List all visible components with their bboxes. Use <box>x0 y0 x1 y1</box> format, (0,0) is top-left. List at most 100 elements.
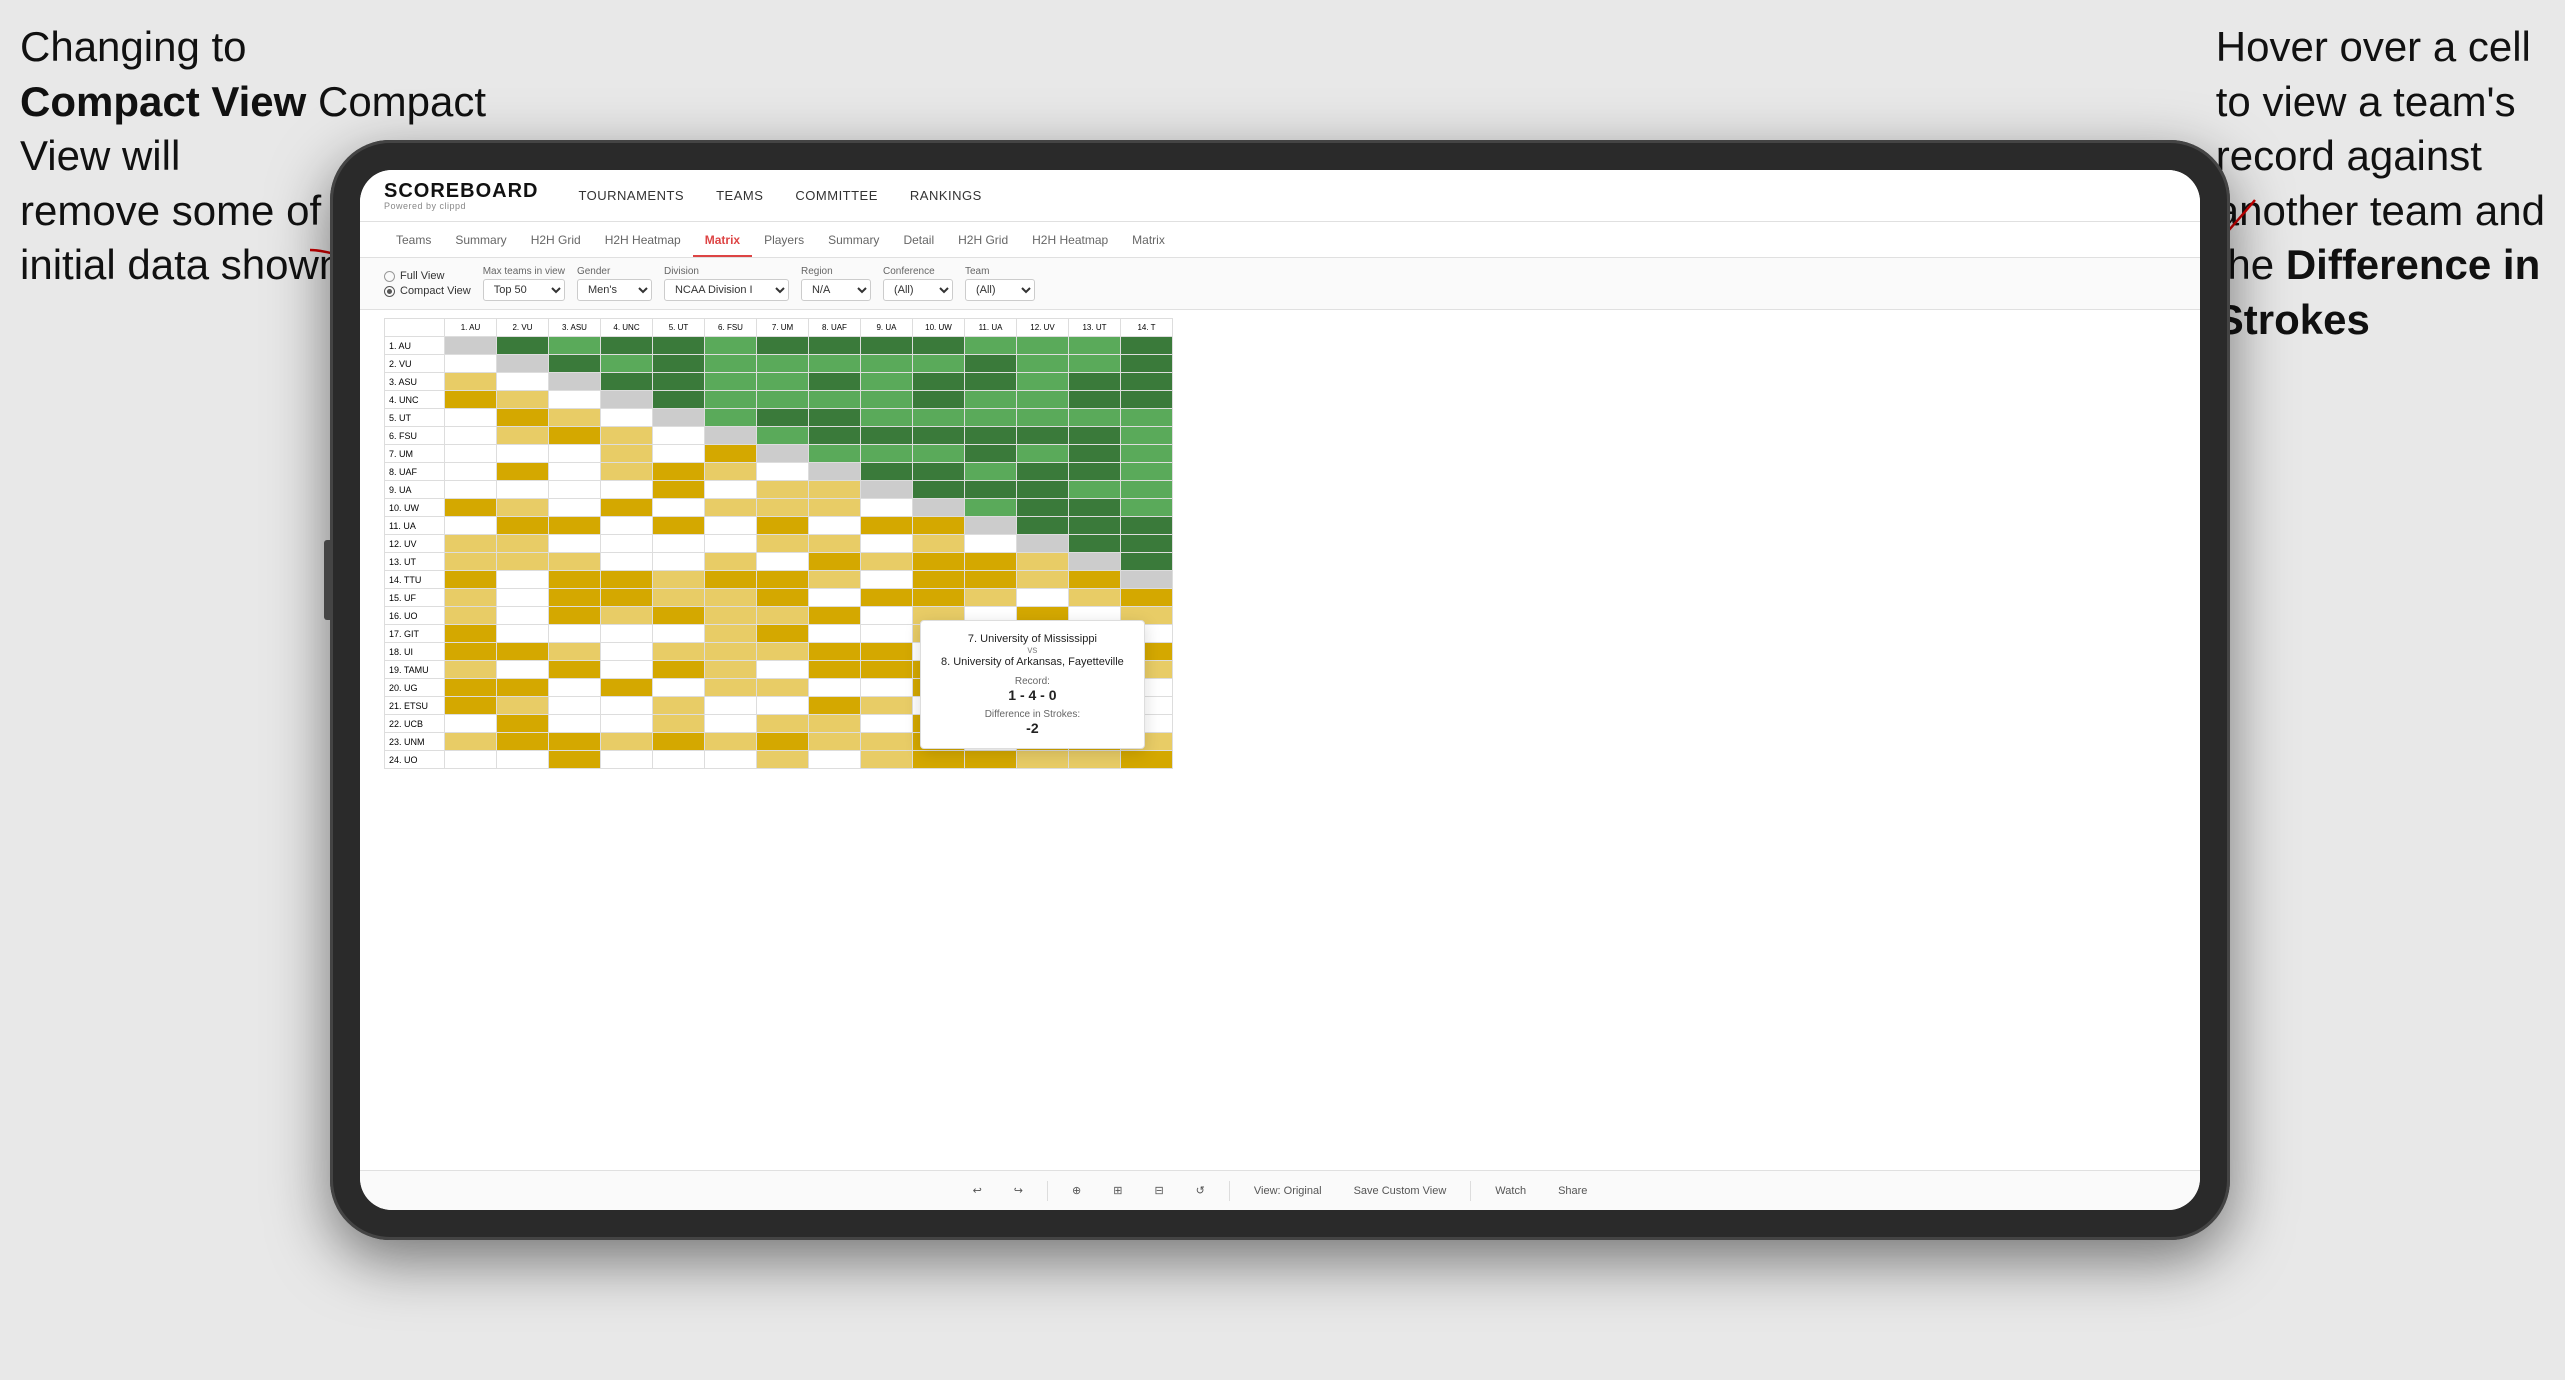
matrix-cell[interactable] <box>497 337 549 355</box>
matrix-cell[interactable] <box>1121 463 1173 481</box>
matrix-cell[interactable] <box>1121 499 1173 517</box>
matrix-cell[interactable] <box>913 337 965 355</box>
tab-teams[interactable]: Teams <box>384 233 443 257</box>
matrix-cell[interactable] <box>861 391 913 409</box>
matrix-cell[interactable] <box>1069 409 1121 427</box>
matrix-cell[interactable] <box>653 697 705 715</box>
matrix-cell[interactable] <box>445 517 497 535</box>
matrix-cell[interactable] <box>809 481 861 499</box>
matrix-cell[interactable] <box>1069 751 1121 769</box>
matrix-cell[interactable] <box>653 409 705 427</box>
matrix-cell[interactable] <box>809 661 861 679</box>
matrix-cell[interactable] <box>809 625 861 643</box>
matrix-cell[interactable] <box>549 571 601 589</box>
matrix-cell[interactable] <box>913 481 965 499</box>
matrix-cell[interactable] <box>1069 337 1121 355</box>
matrix-cell[interactable] <box>549 481 601 499</box>
matrix-cell[interactable] <box>601 535 653 553</box>
matrix-cell[interactable] <box>861 697 913 715</box>
matrix-cell[interactable] <box>497 751 549 769</box>
matrix-cell[interactable] <box>497 661 549 679</box>
matrix-cell[interactable] <box>653 337 705 355</box>
matrix-cell[interactable] <box>965 463 1017 481</box>
matrix-cell[interactable] <box>601 391 653 409</box>
matrix-cell[interactable] <box>861 661 913 679</box>
matrix-cell[interactable] <box>757 553 809 571</box>
matrix-cell[interactable] <box>861 427 913 445</box>
matrix-cell[interactable] <box>445 409 497 427</box>
matrix-cell[interactable] <box>549 589 601 607</box>
toolbar-icon1[interactable]: ⊕ <box>1064 1180 1089 1201</box>
matrix-cell[interactable] <box>1017 427 1069 445</box>
matrix-cell[interactable] <box>809 409 861 427</box>
matrix-cell[interactable] <box>1017 445 1069 463</box>
matrix-cell[interactable] <box>497 481 549 499</box>
matrix-cell[interactable] <box>653 535 705 553</box>
matrix-cell[interactable] <box>1017 553 1069 571</box>
matrix-cell[interactable] <box>705 625 757 643</box>
matrix-cell[interactable] <box>861 517 913 535</box>
matrix-cell[interactable] <box>445 697 497 715</box>
matrix-cell[interactable] <box>1069 517 1121 535</box>
matrix-cell[interactable] <box>965 517 1017 535</box>
matrix-cell[interactable] <box>445 481 497 499</box>
matrix-cell[interactable] <box>601 517 653 535</box>
matrix-cell[interactable] <box>445 427 497 445</box>
matrix-cell[interactable] <box>549 355 601 373</box>
matrix-cell[interactable] <box>757 679 809 697</box>
tab-h2h-heatmap-1[interactable]: H2H Heatmap <box>593 233 693 257</box>
matrix-cell[interactable] <box>497 553 549 571</box>
matrix-cell[interactable] <box>549 535 601 553</box>
matrix-cell[interactable] <box>445 337 497 355</box>
matrix-cell[interactable] <box>965 535 1017 553</box>
matrix-cell[interactable] <box>809 427 861 445</box>
matrix-cell[interactable] <box>1121 589 1173 607</box>
matrix-cell[interactable] <box>913 589 965 607</box>
matrix-cell[interactable] <box>705 481 757 499</box>
matrix-cell[interactable] <box>1069 355 1121 373</box>
matrix-cell[interactable] <box>497 517 549 535</box>
matrix-cell[interactable] <box>809 553 861 571</box>
matrix-cell[interactable] <box>1121 355 1173 373</box>
matrix-cell[interactable] <box>549 643 601 661</box>
matrix-cell[interactable] <box>653 751 705 769</box>
matrix-cell[interactable] <box>549 409 601 427</box>
matrix-cell[interactable] <box>757 589 809 607</box>
matrix-cell[interactable] <box>757 337 809 355</box>
matrix-cell[interactable] <box>757 751 809 769</box>
division-select[interactable]: NCAA Division I <box>664 279 789 301</box>
matrix-cell[interactable] <box>653 643 705 661</box>
matrix-cell[interactable] <box>1017 409 1069 427</box>
matrix-cell[interactable] <box>497 589 549 607</box>
matrix-cell[interactable] <box>445 355 497 373</box>
matrix-cell[interactable] <box>757 517 809 535</box>
share-button[interactable]: Share <box>1550 1181 1595 1201</box>
matrix-cell[interactable] <box>653 499 705 517</box>
matrix-cell[interactable] <box>757 733 809 751</box>
matrix-cell[interactable] <box>549 661 601 679</box>
matrix-cell[interactable] <box>913 373 965 391</box>
matrix-cell[interactable] <box>757 643 809 661</box>
matrix-cell[interactable] <box>601 463 653 481</box>
matrix-cell[interactable] <box>861 607 913 625</box>
matrix-cell[interactable] <box>965 481 1017 499</box>
matrix-cell[interactable] <box>705 697 757 715</box>
toolbar-icon3[interactable]: ⊟ <box>1146 1180 1171 1201</box>
matrix-cell[interactable] <box>445 751 497 769</box>
tab-players[interactable]: Players <box>752 233 816 257</box>
nav-committee[interactable]: COMMITTEE <box>795 188 878 203</box>
matrix-cell[interactable] <box>913 409 965 427</box>
matrix-cell[interactable] <box>1069 373 1121 391</box>
save-custom-button[interactable]: Save Custom View <box>1346 1181 1455 1201</box>
matrix-cell[interactable] <box>1017 355 1069 373</box>
matrix-cell[interactable] <box>965 589 1017 607</box>
matrix-cell[interactable] <box>445 643 497 661</box>
matrix-cell[interactable] <box>549 733 601 751</box>
max-teams-select[interactable]: Top 50 <box>483 279 565 301</box>
matrix-cell[interactable] <box>1017 571 1069 589</box>
matrix-cell[interactable] <box>445 499 497 517</box>
matrix-cell[interactable] <box>913 571 965 589</box>
tab-summary-1[interactable]: Summary <box>443 233 518 257</box>
matrix-cell[interactable] <box>861 679 913 697</box>
matrix-cell[interactable] <box>1069 499 1121 517</box>
